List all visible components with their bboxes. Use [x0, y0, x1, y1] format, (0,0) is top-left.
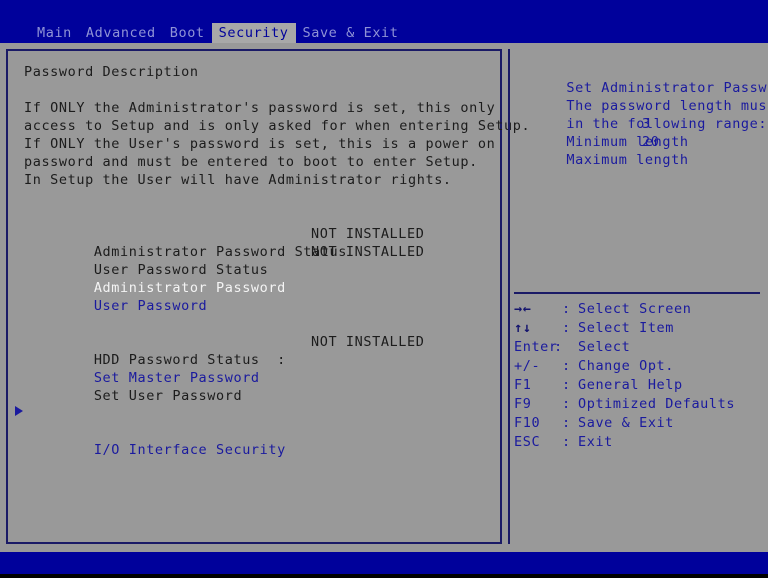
- legend-row-change-opt: +/- : Change Opt.: [514, 357, 762, 376]
- row-user-password[interactable]: User Password: [24, 279, 494, 297]
- bios-setup-screen: Aptio Setup Utility - Copyright (C) 2011…: [0, 0, 768, 578]
- arrow-up-down-icon: ↑↓: [514, 319, 531, 337]
- legend-colon: :: [562, 376, 571, 394]
- row-label[interactable]: I/O Interface Security: [94, 442, 286, 458]
- description-line: In Setup the User will have Administrato…: [24, 171, 494, 189]
- spacer: [24, 315, 494, 333]
- description-line: If ONLY the User's password is set, this…: [24, 135, 494, 153]
- help-panel: Set Administrator Password The password …: [514, 61, 762, 151]
- title-bar: Aptio Setup Utility - Copyright (C) 2011…: [0, 0, 768, 23]
- help-line-minimum-length: Minimum length 3: [514, 115, 762, 133]
- tab-boot[interactable]: Boot: [163, 23, 212, 43]
- legend-colon: :: [562, 414, 571, 432]
- legend-description: Select: [578, 338, 630, 356]
- description-line: access to Setup and is only asked for wh…: [24, 117, 494, 135]
- legend-description: Select Item: [578, 319, 674, 337]
- help-line: Set Administrator Password: [514, 61, 762, 79]
- row-value: NOT INSTALLED: [311, 333, 424, 351]
- legend-separator: [514, 292, 760, 294]
- legend-key-f1: F1: [514, 376, 531, 394]
- settings-panel: Password Description If ONLY the Adminis…: [6, 49, 502, 544]
- help-line: in the following range:: [514, 97, 762, 115]
- menu-bar: Main Advanced Boot Security Save & Exit: [0, 23, 768, 43]
- section-heading: Password Description: [24, 63, 494, 81]
- legend-row-save-and-exit: F10 : Save & Exit: [514, 414, 762, 433]
- row-value: NOT INSTALLED: [311, 225, 424, 243]
- row-label[interactable]: User Password: [94, 298, 207, 314]
- row-value: NOT INSTALLED: [311, 243, 424, 261]
- legend-description: Select Screen: [578, 300, 691, 318]
- legend-key-enter: Enter: [514, 338, 558, 356]
- spacer: [24, 207, 494, 225]
- footer-black-strip: [0, 574, 768, 578]
- legend-row-general-help: F1 : General Help: [514, 376, 762, 395]
- description-line: password and must be entered to boot to …: [24, 153, 494, 171]
- legend-row-optimized-defaults: F9 : Optimized Defaults: [514, 395, 762, 414]
- legend-key-f10: F10: [514, 414, 540, 432]
- row-set-master-password[interactable]: Set Master Password: [24, 351, 494, 369]
- row-label: Set User Password: [94, 388, 242, 404]
- description-line: If ONLY the Administrator's password is …: [24, 99, 494, 117]
- help-value: 3: [642, 115, 651, 133]
- legend-description: Save & Exit: [578, 414, 674, 432]
- legend-colon: :: [562, 319, 571, 337]
- legend-description: General Help: [578, 376, 683, 394]
- legend-colon: :: [554, 338, 563, 356]
- legend-colon: :: [562, 395, 571, 413]
- legend-description: Optimized Defaults: [578, 395, 735, 413]
- spacer: [24, 81, 494, 99]
- row-administrator-password[interactable]: Administrator Password: [24, 261, 494, 279]
- legend-colon: :: [562, 300, 571, 318]
- submenu-arrow-icon: [15, 406, 23, 416]
- tab-save-and-exit[interactable]: Save & Exit: [296, 23, 406, 43]
- panel-divider: [508, 49, 510, 544]
- legend-row-exit: ESC : Exit: [514, 433, 762, 452]
- row-user-password-status: User Password Status NOT INSTALLED: [24, 243, 494, 261]
- legend-description: Exit: [578, 433, 613, 451]
- row-io-interface-security[interactable]: I/O Interface Security: [24, 405, 494, 423]
- tab-main[interactable]: Main: [30, 23, 79, 43]
- row-hdd-password-status: HDD Password Status : NOT INSTALLED: [24, 333, 494, 351]
- help-value: 20: [642, 133, 659, 151]
- help-text: Maximum length: [566, 152, 688, 168]
- legend-description: Change Opt.: [578, 357, 674, 375]
- legend-colon: :: [562, 357, 571, 375]
- legend-key-f9: F9: [514, 395, 531, 413]
- help-line: The password length must be: [514, 79, 762, 97]
- legend-row-select-item: ↑↓ : Select Item: [514, 319, 762, 338]
- spacer: [24, 189, 494, 207]
- legend-key-plus-minus: +/-: [514, 357, 540, 375]
- footer-bar: Version 2.14.1219. Copyright (C) 2011 Am…: [0, 552, 768, 574]
- legend-row-select-screen: →← : Select Screen: [514, 300, 762, 319]
- legend-key-esc: ESC: [514, 433, 540, 451]
- arrow-left-right-icon: →←: [514, 300, 531, 318]
- tab-advanced[interactable]: Advanced: [79, 23, 163, 43]
- row-administrator-password-status: Administrator Password Status NOT INSTAL…: [24, 225, 494, 243]
- legend-row-enter-select: Enter : Select: [514, 338, 762, 357]
- legend-colon: :: [562, 433, 571, 451]
- key-legend: →← : Select Screen ↑↓ : Select Item Ente…: [514, 300, 762, 452]
- tab-security[interactable]: Security: [212, 23, 296, 43]
- row-set-user-password: Set User Password: [24, 369, 494, 387]
- help-line-maximum-length: Maximum length 20: [514, 133, 762, 151]
